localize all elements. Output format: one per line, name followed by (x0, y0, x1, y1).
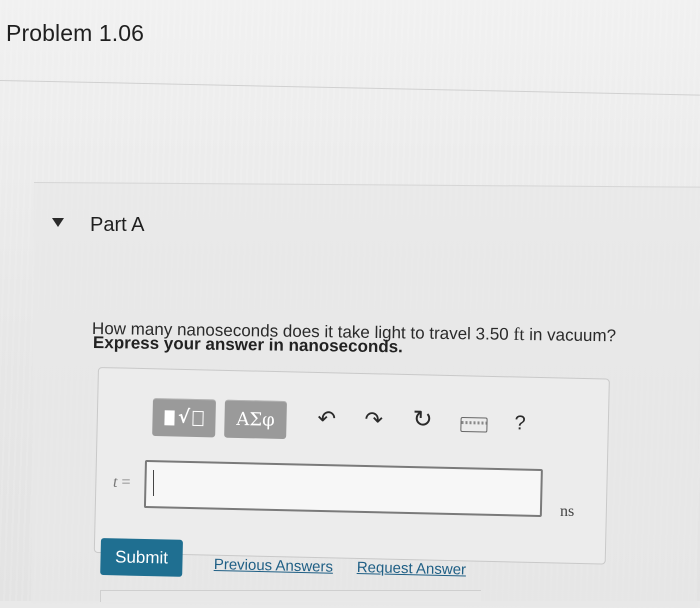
undo-icon[interactable]: ↶ (317, 406, 336, 431)
problem-title: Problem 1.06 (6, 20, 144, 46)
question-suffix: in vacuum? (524, 325, 617, 346)
keyboard-icon[interactable] (460, 416, 488, 433)
submit-button[interactable]: Submit (100, 538, 183, 577)
variable-symbol: t (113, 474, 118, 491)
answer-unit-label: ns (560, 503, 575, 520)
math-toolbar: √ ΑΣφ ↶ ↷ ↻ ? (152, 398, 533, 451)
template-box-icon (191, 410, 204, 426)
text-caret (153, 470, 154, 496)
answer-input[interactable] (143, 460, 543, 518)
previous-answers-link[interactable]: Previous Answers (214, 556, 334, 576)
part-label[interactable]: Part A (90, 214, 144, 237)
templates-button[interactable]: √ (152, 398, 216, 438)
radical-icon: √ (177, 406, 191, 428)
collapse-triangle-icon[interactable] (52, 218, 64, 227)
request-answer-link[interactable]: Request Answer (357, 559, 467, 578)
template-block-icon (164, 409, 176, 426)
symbols-button[interactable]: ΑΣφ (224, 399, 287, 440)
reset-icon[interactable]: ↻ (412, 406, 433, 433)
redo-icon[interactable]: ↷ (364, 407, 383, 432)
equals-sign: = (121, 474, 131, 491)
help-button[interactable]: ? (514, 412, 526, 434)
next-section-edge (100, 590, 481, 602)
answer-variable-label: t = (113, 474, 130, 492)
